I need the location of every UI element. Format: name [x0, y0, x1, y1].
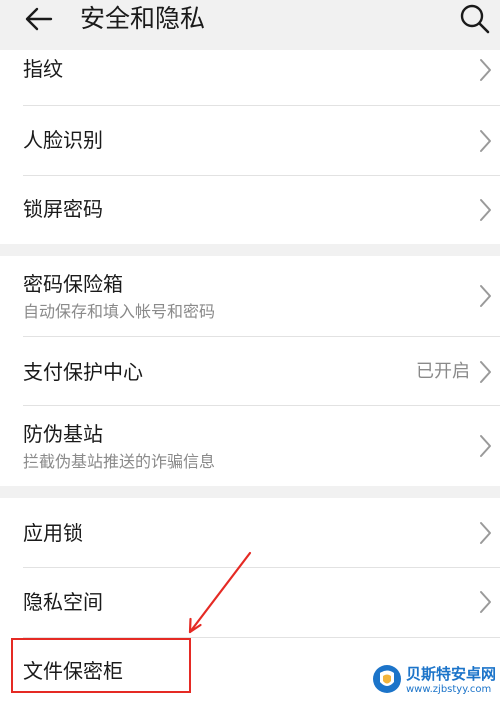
watermark-url: www.zjbstyy.com [406, 684, 492, 695]
header-bar: 安全和隐私 [0, 0, 500, 50]
chevron-right-icon [480, 199, 491, 221]
item-title: 指纹 [23, 57, 63, 81]
chevron-right-icon [480, 361, 491, 383]
settings-item-face-recognition[interactable]: 人脸识别 [0, 106, 500, 175]
item-title: 支付保护中心 [23, 360, 143, 384]
chevron-right-icon [480, 130, 491, 152]
item-title: 隐私空间 [23, 590, 103, 614]
status-value: 已开启 [416, 361, 470, 382]
chevron-right-icon [480, 435, 491, 457]
protection-group-card: 密码保险箱 自动保存和填入帐号和密码 支付保护中心 已开启 防伪基站 拦截伪基站… [0, 256, 500, 486]
watermark-name: 贝斯特安卓网 [406, 665, 497, 683]
search-button[interactable] [458, 2, 492, 36]
settings-item-app-lock[interactable]: 应用锁 [0, 498, 500, 567]
security-group-card: 指纹 人脸识别 锁屏密码 [0, 50, 500, 244]
arrow-left-icon [25, 7, 53, 31]
page-title: 安全和隐私 [80, 4, 206, 33]
chevron-right-icon [480, 285, 491, 307]
settings-item-password-vault[interactable]: 密码保险箱 自动保存和填入帐号和密码 [0, 256, 500, 335]
back-button[interactable] [22, 2, 56, 36]
settings-item-private-space[interactable]: 隐私空间 [0, 568, 500, 637]
item-title: 应用锁 [23, 521, 83, 545]
settings-item-lock-screen-password[interactable]: 锁屏密码 [0, 176, 500, 244]
item-title: 锁屏密码 [23, 197, 103, 221]
settings-screen: 安全和隐私 指纹 人脸识别 锁屏密码 密码保险箱 自动保存和填入帐号和密码 支付… [0, 0, 500, 701]
item-title: 人脸识别 [23, 128, 103, 152]
chevron-right-icon [480, 522, 491, 544]
settings-item-payment-protection[interactable]: 支付保护中心 已开启 [0, 337, 500, 406]
item-title: 密码保险箱 [23, 272, 123, 296]
chevron-right-icon [480, 59, 491, 81]
item-subtitle: 拦截伪基站推送的诈骗信息 [23, 452, 216, 471]
watermark-logo-icon [373, 665, 401, 693]
watermark: 贝斯特安卓网 www.zjbstyy.com [372, 660, 500, 700]
chevron-right-icon [480, 591, 491, 613]
settings-item-fingerprint[interactable]: 指纹 [0, 50, 500, 108]
item-subtitle: 自动保存和填入帐号和密码 [23, 302, 216, 321]
annotation-highlight-box [11, 638, 191, 693]
settings-item-fake-base-station[interactable]: 防伪基站 拦截伪基站推送的诈骗信息 [0, 406, 500, 486]
search-icon [460, 4, 490, 34]
item-title: 防伪基站 [23, 422, 103, 446]
